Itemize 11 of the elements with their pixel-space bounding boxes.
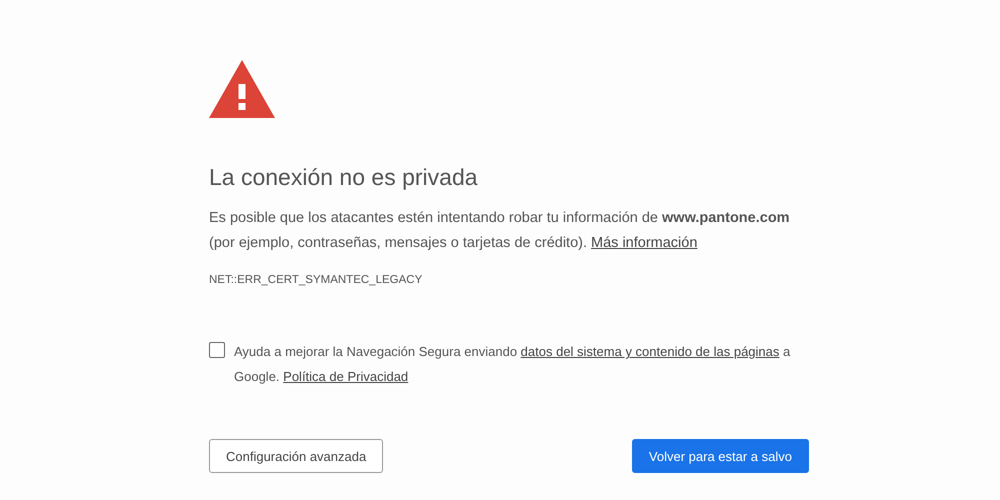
error-code: NET::ERR_CERT_SYMANTEC_LEGACY <box>209 273 424 288</box>
warning-icon <box>209 60 275 118</box>
link[interactable]: Política de Privacidad <box>283 369 408 384</box>
page-heading: La conexión no es privada <box>209 163 479 192</box>
back-to-safety-button[interactable]: Volver para estar a salvo <box>632 439 809 474</box>
advanced-settings-button[interactable]: Configuración avanzada <box>209 439 384 474</box>
opt-in-label: Ayuda a mejorar la Navegación Segura enviando datos del sistema y contenido de las páginas a Google. Política de Privacidad <box>234 343 792 386</box>
warning-message: Es posible que los atacantes estén intentando robar tu información de www.pantone.com (por ejemplo, contraseñas, mensajes o tarjetas de crédito). Más información <box>209 209 791 253</box>
checkbox[interactable] <box>209 342 225 358</box>
link[interactable]: datos del sistema y contenido de las páginas <box>520 344 780 360</box>
link[interactable]: Más información <box>591 235 698 251</box>
